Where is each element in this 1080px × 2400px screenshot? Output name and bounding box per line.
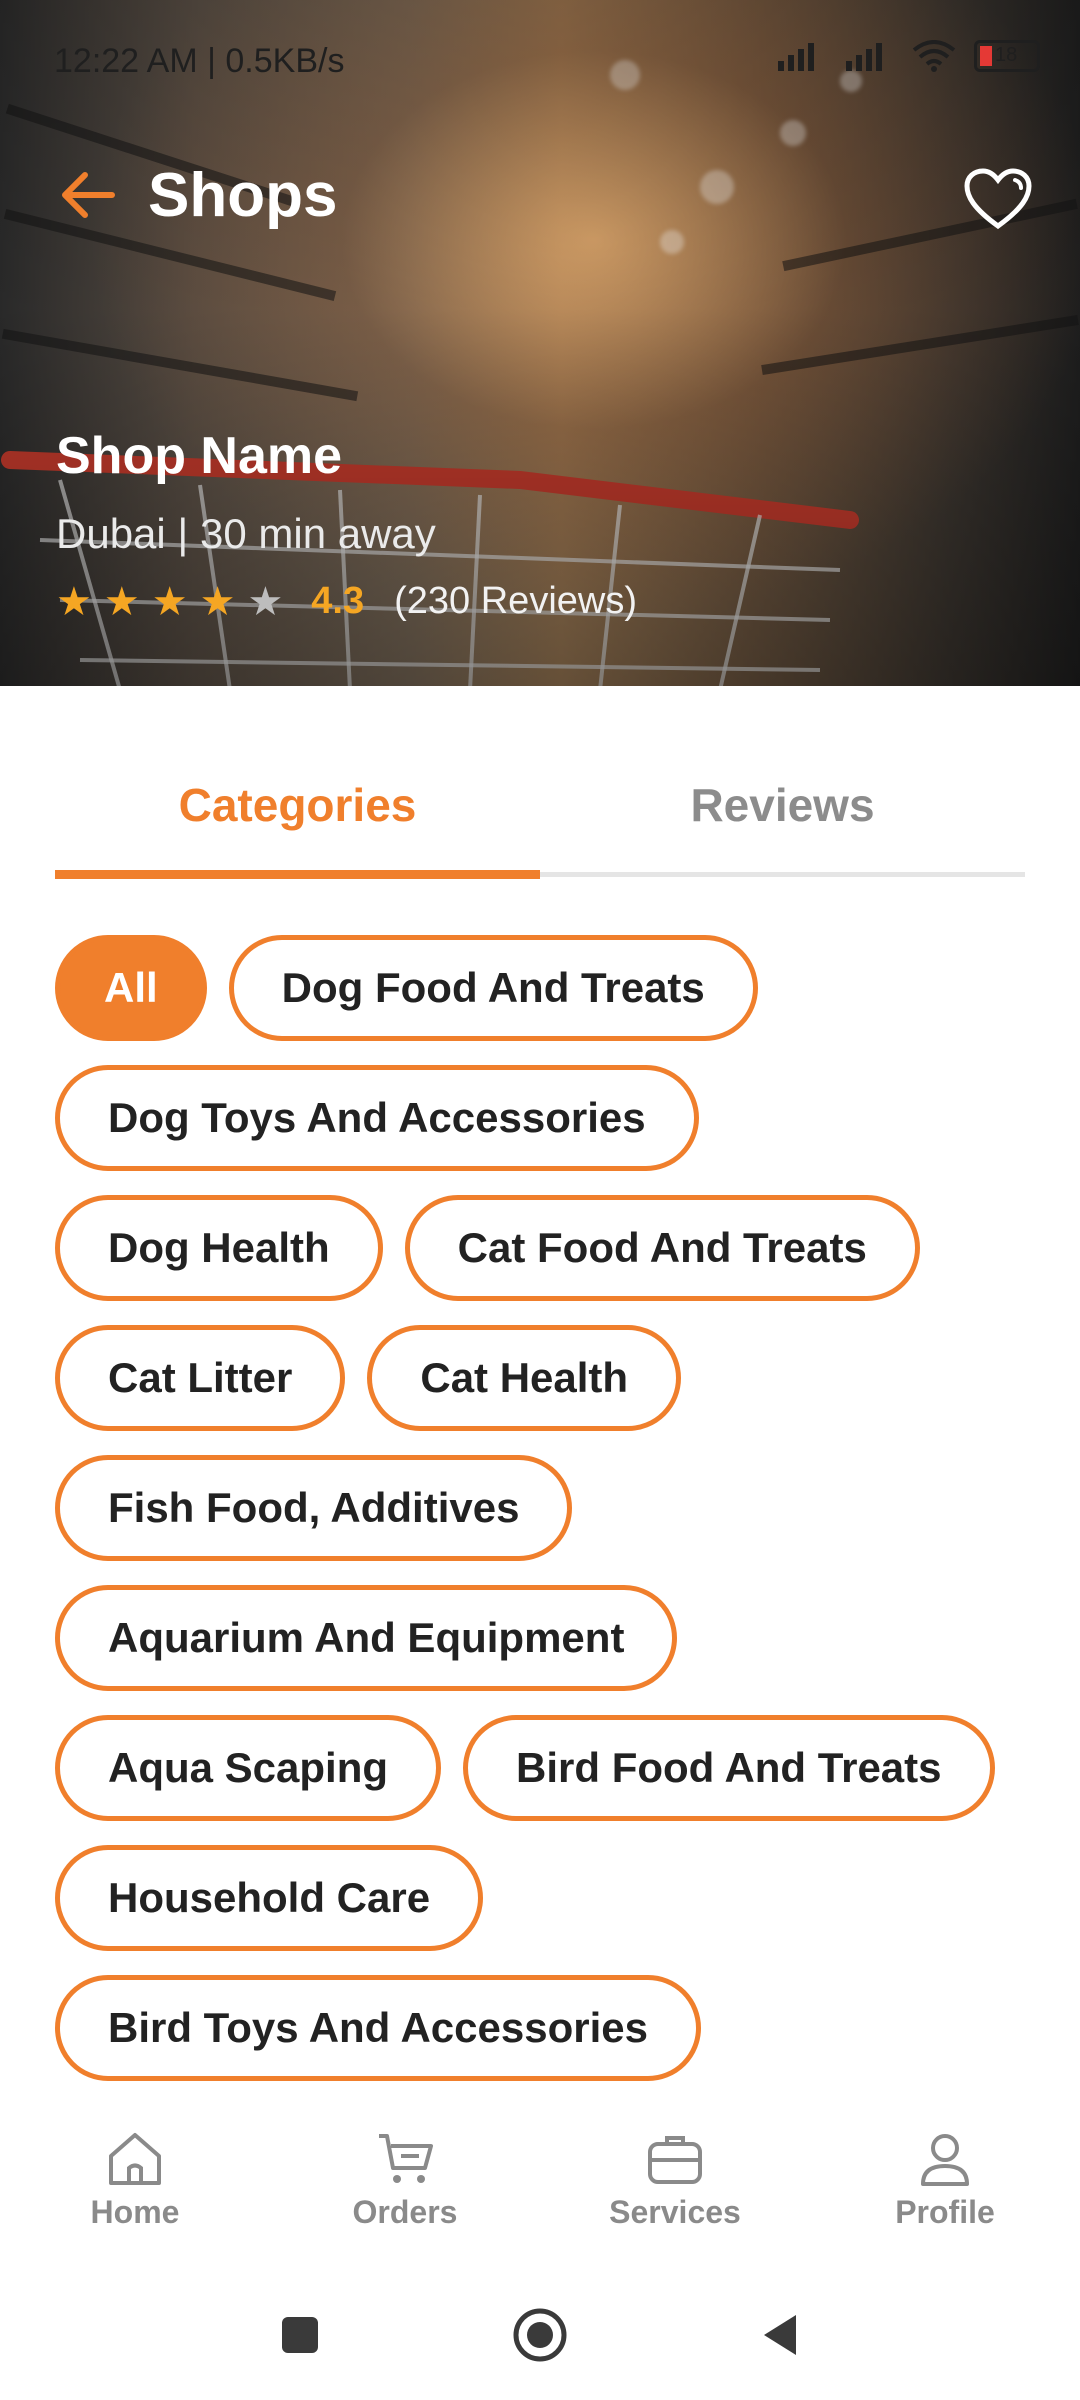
star-icon: ★	[103, 579, 140, 624]
signal-icon	[846, 43, 882, 71]
category-chip[interactable]: Dog Toys And Accessories	[55, 1065, 699, 1171]
category-chip[interactable]: Cat Health	[367, 1325, 682, 1431]
battery-level: 18	[995, 44, 1018, 66]
category-chip[interactable]: Cat Food And Treats	[404, 1195, 920, 1301]
category-chip[interactable]: Aqua Scaping	[55, 1715, 442, 1821]
status-icons: 18	[776, 40, 1040, 72]
rating-value: 4.3	[311, 580, 365, 622]
nav-home[interactable]: Home	[0, 2110, 270, 2250]
nav-orders[interactable]: Orders	[270, 2110, 540, 2250]
category-chip[interactable]: Aquarium And Equipment	[55, 1585, 678, 1691]
signal-icon	[778, 43, 814, 71]
star-icon: ★	[151, 579, 188, 624]
star-icon: ★	[56, 579, 92, 624]
nav-label: Profile	[895, 2193, 995, 2230]
arrow-left-icon	[62, 172, 115, 218]
rating-row: ★ ★ ★ ★ ★ 4.3 (230 Reviews)	[56, 580, 637, 623]
category-chip[interactable]: Fish Food, Additives	[55, 1455, 573, 1561]
review-count: (230 Reviews)	[394, 580, 637, 622]
recent-apps-button[interactable]	[278, 2313, 322, 2357]
category-chip-list: All Dog Food And Treats Dog Toys And Acc…	[55, 935, 1035, 2085]
bottom-navigation: Home Orders Services Profile	[0, 2110, 1080, 2250]
back-system-button[interactable]	[758, 2311, 802, 2359]
category-chip[interactable]: Dog Health	[55, 1195, 383, 1301]
tab-indicator	[55, 870, 540, 879]
home-icon	[109, 2132, 161, 2185]
nav-label: Orders	[352, 2193, 458, 2230]
page-title: Shops	[148, 161, 338, 230]
nav-profile[interactable]: Profile	[810, 2110, 1080, 2250]
category-chip[interactable]: Bird Toys And Accessories	[55, 1975, 701, 2081]
tab-reviews[interactable]: Reviews	[540, 778, 1025, 832]
star-empty-icon: ★	[247, 579, 284, 624]
category-chip-all[interactable]: All	[55, 935, 207, 1041]
star-icon: ★	[199, 579, 236, 624]
favorite-button[interactable]	[958, 160, 1038, 240]
status-time: 12:22 AM | 0.5KB/s	[54, 42, 345, 80]
back-button[interactable]	[52, 160, 122, 230]
category-chip[interactable]: Household Care	[55, 1845, 484, 1951]
category-chip[interactable]: Dog Food And Treats	[228, 935, 758, 1041]
shop-tabs: Categories Reviews	[55, 760, 1025, 880]
shop-name: Shop Name	[56, 427, 343, 485]
tab-categories[interactable]: Categories	[55, 778, 540, 832]
nav-label: Home	[90, 2193, 180, 2230]
system-navigation-bar	[0, 2270, 1080, 2400]
status-bar: 12:22 AM | 0.5KB/s 18	[0, 0, 1080, 120]
wifi-icon	[912, 40, 956, 72]
shop-location: Dubai | 30 min away	[56, 510, 436, 557]
nav-label: Services	[609, 2193, 741, 2230]
person-icon	[921, 2133, 969, 2186]
nav-services[interactable]: Services	[540, 2110, 810, 2250]
briefcase-icon	[648, 2135, 702, 2184]
shop-hero-banner: 12:22 AM | 0.5KB/s 18 Shops Shop Name Du…	[0, 0, 1080, 686]
category-chip[interactable]: Cat Litter	[55, 1325, 346, 1431]
home-system-button[interactable]	[512, 2307, 568, 2363]
category-chip[interactable]: Bird Food And Treats	[463, 1715, 995, 1821]
battery-icon: 18	[974, 40, 1040, 72]
cart-icon	[379, 2133, 433, 2183]
heart-icon	[964, 168, 1032, 230]
